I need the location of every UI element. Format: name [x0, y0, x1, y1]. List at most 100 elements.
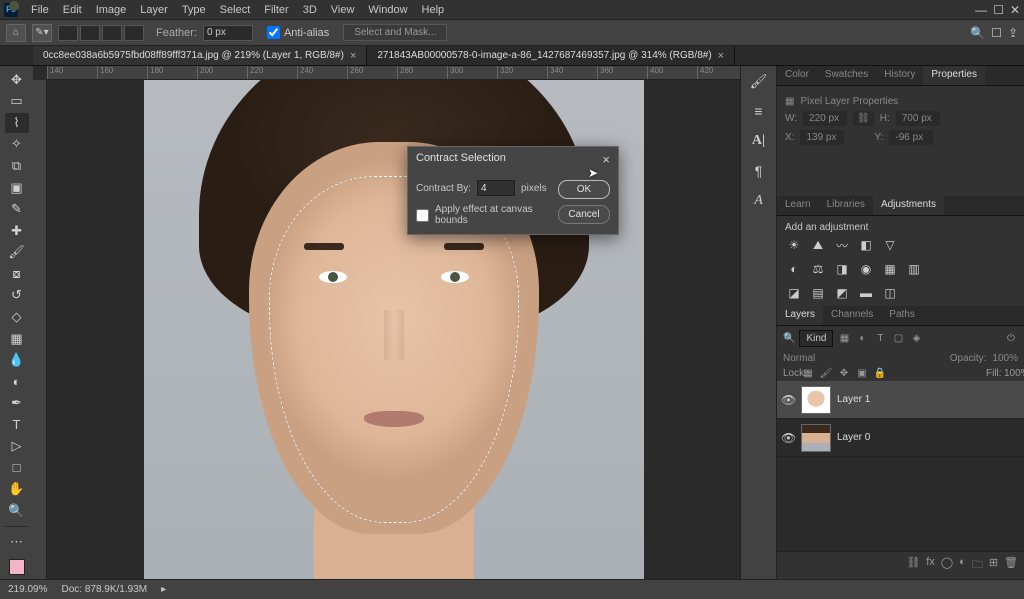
document-canvas[interactable]	[47, 80, 740, 579]
tab-learn[interactable]: Learn	[777, 196, 819, 215]
history-brush-tool[interactable]: ↺	[5, 286, 29, 306]
layer-name[interactable]: Layer 0	[837, 432, 870, 443]
filter-adjustment-icon[interactable]: ◐	[855, 332, 869, 346]
select-and-mask-button[interactable]: Select and Mask...	[343, 24, 447, 41]
menu-type[interactable]: Type	[175, 2, 213, 18]
filter-type-icon[interactable]: T	[873, 332, 887, 346]
tab-paths[interactable]: Paths	[881, 306, 923, 325]
marquee-tool[interactable]: ▭	[5, 92, 29, 112]
new-group-icon[interactable]: 🗀	[972, 556, 983, 575]
tab-channels[interactable]: Channels	[823, 306, 881, 325]
tab-adjustments[interactable]: Adjustments	[873, 196, 944, 215]
move-tool[interactable]: ✥	[5, 70, 29, 90]
photo-filter-icon[interactable]: ◉	[857, 261, 875, 277]
type-tool[interactable]: T	[5, 415, 29, 435]
gradient-map-icon[interactable]: ▬	[857, 285, 875, 301]
opacity-value[interactable]: 100%	[992, 353, 1018, 364]
menu-file[interactable]: File	[24, 2, 56, 18]
window-restore-icon[interactable]: ☐	[993, 3, 1004, 17]
menu-help[interactable]: Help	[415, 2, 452, 18]
menu-image[interactable]: Image	[89, 2, 134, 18]
tab-libraries[interactable]: Libraries	[819, 196, 873, 215]
layer-thumbnail[interactable]	[801, 386, 831, 414]
document-tab-2[interactable]: 271843AB00000578-0-image-a-86_1427687469…	[367, 46, 735, 65]
black-white-icon[interactable]: ◨	[833, 261, 851, 277]
invert-icon[interactable]: ◪	[785, 285, 803, 301]
layer-row[interactable]: 👁 Layer 0	[777, 419, 1024, 457]
glyphs-panel-icon[interactable]: A	[748, 190, 770, 212]
menu-3d[interactable]: 3D	[296, 2, 324, 18]
menu-view[interactable]: View	[324, 2, 362, 18]
selection-new-icon[interactable]	[58, 25, 78, 41]
visibility-toggle-icon[interactable]: 👁	[781, 431, 795, 445]
selective-color-icon[interactable]: ◫	[881, 285, 899, 301]
contract-by-input[interactable]	[477, 180, 515, 196]
layer-thumbnail[interactable]	[801, 424, 831, 452]
clone-stamp-tool[interactable]: ⧇	[5, 264, 29, 284]
tool-preset-picker[interactable]: ✎▾	[32, 24, 52, 42]
y-field[interactable]: -96 px	[889, 130, 933, 145]
lock-pixels-icon[interactable]: 🖌	[819, 368, 833, 379]
delete-layer-icon[interactable]: 🗑	[1004, 556, 1018, 575]
layer-style-icon[interactable]: fx	[926, 556, 935, 575]
feather-input[interactable]	[203, 25, 253, 41]
window-minimize-icon[interactable]: —	[975, 3, 987, 17]
vibrance-icon[interactable]: ▽	[881, 237, 899, 253]
frame-tool[interactable]: ▣	[5, 178, 29, 198]
height-field[interactable]: 700 px	[896, 111, 940, 126]
lock-artboard-icon[interactable]: ▣	[855, 368, 869, 379]
eraser-tool[interactable]: ◇	[5, 307, 29, 327]
search-icon[interactable]: 🔍	[970, 26, 985, 40]
filter-smart-icon[interactable]: ◈	[909, 332, 923, 346]
brush-tool[interactable]: 🖌	[5, 243, 29, 263]
new-layer-icon[interactable]: ⊞	[989, 556, 998, 575]
menu-edit[interactable]: Edit	[56, 2, 89, 18]
anti-alias-checkbox[interactable]: Anti-alias	[267, 26, 329, 39]
curves-icon[interactable]: 〰	[833, 237, 851, 253]
tab-properties[interactable]: Properties	[923, 66, 985, 85]
close-icon[interactable]: ×	[718, 50, 724, 62]
selection-add-icon[interactable]	[80, 25, 100, 41]
color-balance-icon[interactable]: ⚖	[809, 261, 827, 277]
link-layers-icon[interactable]: ⛓	[906, 556, 920, 575]
threshold-icon[interactable]: ◩	[833, 285, 851, 301]
healing-brush-tool[interactable]: ✚	[5, 221, 29, 241]
status-chevron-icon[interactable]: ▸	[161, 584, 166, 595]
character-panel-icon[interactable]: A|	[748, 130, 770, 152]
filter-toggle-icon[interactable]: ⏻	[1004, 332, 1018, 346]
foreground-color-swatch[interactable]	[9, 559, 25, 575]
magic-wand-tool[interactable]: ✧	[5, 135, 29, 155]
visibility-toggle-icon[interactable]: 👁	[781, 393, 795, 407]
layer-mask-icon[interactable]: ◯	[941, 556, 953, 575]
dodge-tool[interactable]: ◐	[5, 372, 29, 392]
selection-intersect-icon[interactable]	[124, 25, 144, 41]
zoom-tool[interactable]: 🔍	[5, 501, 29, 521]
gradient-tool[interactable]: ▦	[5, 329, 29, 349]
eyedropper-tool[interactable]: ✎	[5, 199, 29, 219]
lock-position-icon[interactable]: ✥	[837, 368, 851, 379]
menu-filter[interactable]: Filter	[257, 2, 295, 18]
lock-transparency-icon[interactable]: ▦	[801, 368, 815, 379]
blend-mode-select[interactable]: Normal	[783, 353, 944, 364]
dialog-close-icon[interactable]: ×	[602, 152, 610, 167]
filter-shape-icon[interactable]: ▢	[891, 332, 905, 346]
link-dimensions-icon[interactable]: ⛓	[853, 111, 874, 126]
lasso-tool[interactable]: ⌇	[5, 113, 29, 133]
brush-settings-panel-icon[interactable]: ≡	[748, 100, 770, 122]
pen-tool[interactable]: ✒	[5, 393, 29, 413]
hand-tool[interactable]: ✋	[5, 480, 29, 500]
layer-name[interactable]: Layer 1	[837, 394, 870, 405]
layer-row[interactable]: 👁 Layer 1	[777, 381, 1024, 419]
apply-at-bounds-checkbox[interactable]: Apply effect at canvas bounds	[416, 204, 550, 226]
tab-history[interactable]: History	[876, 66, 923, 85]
edit-toolbar[interactable]: ⋯	[5, 532, 29, 552]
close-icon[interactable]: ×	[350, 50, 356, 62]
window-close-icon[interactable]: ✕	[1010, 3, 1020, 17]
new-adjustment-layer-icon[interactable]: ◐	[959, 556, 966, 575]
tab-layers[interactable]: Layers	[777, 306, 823, 325]
layer-kind-select[interactable]: Kind	[799, 330, 833, 347]
tab-color[interactable]: Color	[777, 66, 817, 85]
crop-tool[interactable]: ⧉	[5, 156, 29, 176]
ok-button[interactable]: OK	[558, 180, 610, 199]
x-field[interactable]: 139 px	[800, 130, 844, 145]
